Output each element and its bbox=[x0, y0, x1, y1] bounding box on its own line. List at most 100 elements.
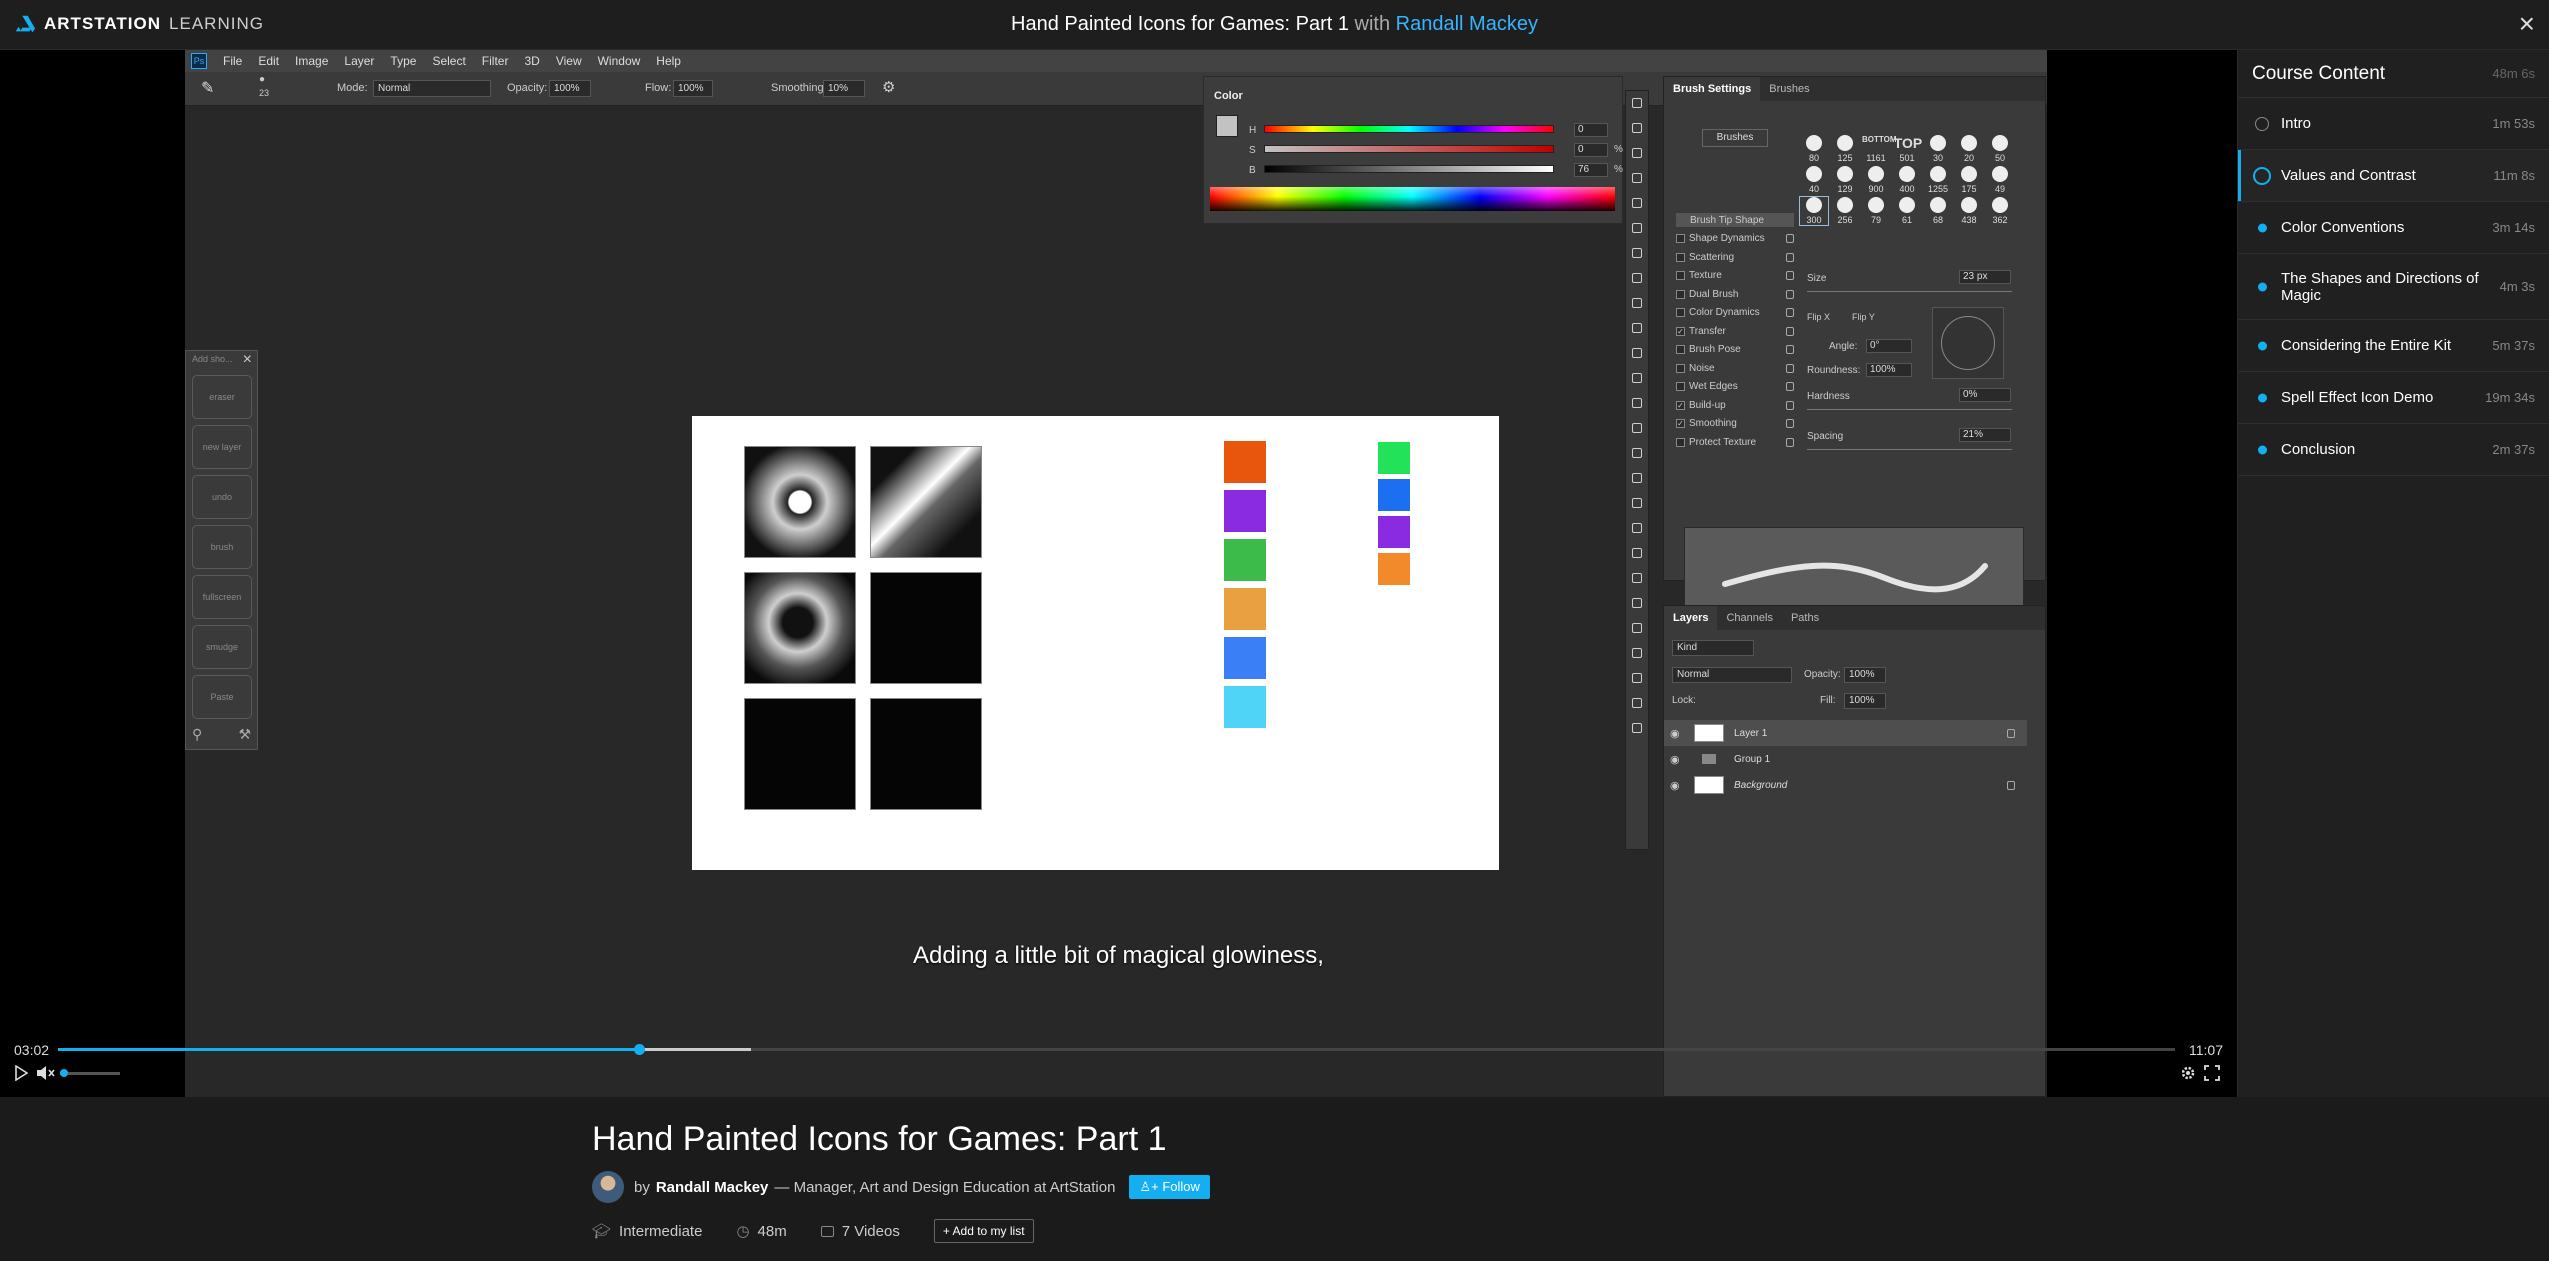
brush-tip-icon bbox=[1992, 135, 2008, 151]
clock-icon: ◷ bbox=[736, 1223, 750, 1240]
color-panel-tab: Color bbox=[1214, 90, 1243, 102]
brush-tip-size: 40 bbox=[1808, 184, 1819, 194]
video-title: Hand Painted Icons for Games: Part 1 wit… bbox=[0, 13, 2549, 36]
tool-icon bbox=[1626, 717, 1648, 741]
checkbox-icon bbox=[1676, 363, 1685, 373]
tool-icon bbox=[1626, 367, 1648, 391]
volume-handle[interactable] bbox=[60, 1069, 68, 1077]
artstation-logo-icon bbox=[15, 15, 36, 33]
video-controls bbox=[0, 1063, 2237, 1083]
brush-tip-size: 501 bbox=[1899, 153, 1915, 163]
tool-icon bbox=[1626, 292, 1648, 316]
shortcut-new-layer: new layer bbox=[192, 425, 252, 469]
checkbox-icon bbox=[1676, 289, 1685, 299]
brush-tip: 362 bbox=[1986, 197, 2014, 225]
layer-row: ◉ Group 1 bbox=[1664, 746, 2027, 772]
video-player[interactable]: Ps File Edit Image Layer Type Select Fil… bbox=[0, 50, 2237, 1097]
brush-tip-size: 79 bbox=[1870, 215, 1881, 225]
size-value: 23 px bbox=[1959, 270, 2011, 284]
checkbox-icon bbox=[1676, 234, 1685, 243]
brush-tip: 900 bbox=[1862, 166, 1890, 194]
follow-button[interactable]: ♙+ Follow bbox=[1129, 1175, 1210, 1199]
brush-tip-icon bbox=[1899, 166, 1915, 182]
brush-option-label: Texture bbox=[1689, 270, 1722, 281]
video-progress-bar[interactable] bbox=[58, 1044, 2175, 1055]
brush-option: Dual Brush bbox=[1676, 287, 1794, 301]
instructor-link[interactable]: Randall Mackey bbox=[1396, 13, 1538, 35]
course-title: Hand Painted Icons for Games: Part 1 bbox=[592, 1120, 1167, 1158]
b-value: 76 bbox=[1574, 163, 1608, 177]
layer-opacity-value: 100% bbox=[1844, 667, 1886, 683]
icon-tile-empty-3 bbox=[870, 698, 982, 810]
add-to-list-button[interactable]: + Add to my list bbox=[933, 1219, 1034, 1243]
settings-gear-icon[interactable] bbox=[2180, 1065, 2196, 1081]
eye-icon: ◉ bbox=[1670, 753, 1680, 766]
tab-layers: Layers bbox=[1664, 606, 1718, 630]
lesson-item[interactable]: Conclusion 2m 37s bbox=[2238, 424, 2549, 476]
progress-handle[interactable] bbox=[633, 1044, 645, 1055]
hue-slider bbox=[1264, 125, 1554, 133]
layer-thumbnail bbox=[1694, 724, 1724, 742]
tool-icon bbox=[1626, 492, 1648, 516]
menu-item-edit: Edit bbox=[258, 54, 280, 68]
video-title-text: Hand Painted Icons for Games: Part 1 bbox=[1011, 13, 1349, 35]
lesson-item[interactable]: Values and Contrast 11m 8s bbox=[2238, 150, 2549, 202]
course-meta: 🎓︎ Intermediate ◷ 48m 7 Videos + Add to my… bbox=[592, 1219, 1034, 1243]
checkbox-icon bbox=[1676, 437, 1685, 447]
lesson-item[interactable]: Spell Effect Icon Demo 19m 34s bbox=[2238, 372, 2549, 424]
lesson-duration: 11m 8s bbox=[2493, 168, 2535, 183]
brush-tip-size: 300 bbox=[1806, 215, 1822, 225]
play-circle-icon bbox=[2253, 166, 2271, 185]
brush-tip: 49 bbox=[1986, 166, 2014, 194]
volume-slider[interactable] bbox=[60, 1069, 120, 1077]
course-content-header: Course Content 48m 6s bbox=[2238, 50, 2549, 98]
photoshop-screen: Ps File Edit Image Layer Type Select Fil… bbox=[185, 50, 2047, 1097]
lesson-title: The Shapes and Directions of Magic bbox=[2281, 269, 2479, 304]
menu-item-filter: Filter bbox=[481, 54, 509, 68]
checkbox-icon bbox=[1676, 345, 1685, 354]
brush-tip-size: 175 bbox=[1961, 184, 1977, 194]
lock-icon bbox=[1786, 252, 1794, 262]
lesson-title: Spell Effect Icon Demo bbox=[2281, 389, 2434, 406]
menu-item-window: Window bbox=[597, 54, 641, 68]
menu-item-view: View bbox=[555, 54, 582, 68]
author-name[interactable]: Randall Mackey bbox=[656, 1179, 769, 1196]
close-icon[interactable]: × bbox=[2519, 10, 2535, 38]
angle-label: Angle: bbox=[1829, 341, 1858, 352]
logo-brand-text: ARTSTATION bbox=[44, 14, 162, 33]
play-icon[interactable] bbox=[14, 1065, 28, 1081]
lesson-item[interactable]: Intro 1m 53s bbox=[2238, 98, 2549, 150]
lesson-item[interactable]: Color Conventions 3m 14s bbox=[2238, 202, 2549, 254]
brush-settings-tabs: Brush Settings Brushes bbox=[1664, 77, 2045, 101]
b-unit: % bbox=[1614, 164, 1623, 175]
layer-row: ◉ Background bbox=[1664, 772, 2027, 798]
artstation-learning-logo[interactable]: ARTSTATION LEARNING bbox=[14, 13, 264, 35]
tool-icon bbox=[1626, 392, 1648, 416]
spacing-value: 21% bbox=[1959, 428, 2011, 442]
mute-icon[interactable] bbox=[36, 1065, 56, 1081]
h-label: H bbox=[1249, 125, 1257, 136]
lesson-item[interactable]: Considering the Entire Kit 5m 37s bbox=[2238, 320, 2549, 372]
fullscreen-icon[interactable] bbox=[2204, 1065, 2220, 1081]
brush-tip-size: 50 bbox=[1994, 153, 2005, 163]
menu-item-help: Help bbox=[656, 54, 681, 68]
tool-icon bbox=[1626, 192, 1648, 216]
brush-tip: TOP 501 bbox=[1893, 135, 1923, 163]
hardness-value: 0% bbox=[1959, 388, 2011, 402]
mode-label: Mode: bbox=[337, 82, 368, 94]
checked-checkbox-icon: ✓ bbox=[1676, 400, 1685, 410]
avatar[interactable] bbox=[592, 1171, 624, 1203]
brush-tip-icon bbox=[1930, 197, 1946, 213]
brush-tip-size: 1161 bbox=[1866, 153, 1886, 163]
brush-tip-icon bbox=[1806, 135, 1822, 151]
lesson-item[interactable]: The Shapes and Directions of Magic 4m 3s bbox=[2238, 254, 2549, 320]
icon-tile-empty-2 bbox=[744, 698, 856, 810]
brush-tip-size: 1255 bbox=[1927, 184, 1949, 194]
brush-tip: 80 bbox=[1800, 135, 1828, 163]
brush-tip-size: 438 bbox=[1961, 215, 1977, 225]
tool-icon bbox=[1626, 642, 1648, 666]
brush-tip-size: 49 bbox=[1994, 184, 2005, 194]
video-camera-icon bbox=[820, 1225, 834, 1237]
s-unit: % bbox=[1614, 144, 1623, 155]
bullet-icon bbox=[2258, 341, 2267, 350]
